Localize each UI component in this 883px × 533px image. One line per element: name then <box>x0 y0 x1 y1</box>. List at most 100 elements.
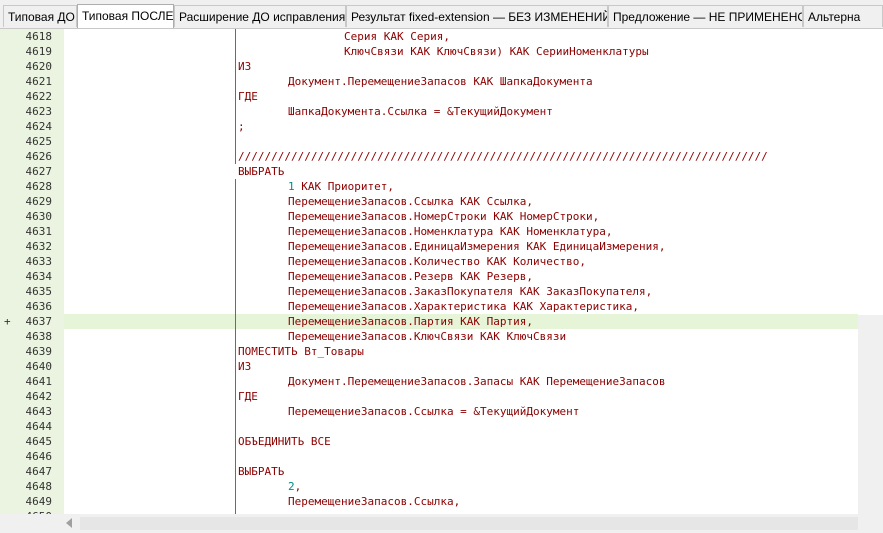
change-bar <box>235 389 236 404</box>
code-line[interactable]: ИЗ <box>64 359 858 374</box>
code-text: ВЫБРАТЬ <box>238 165 285 178</box>
code-line[interactable] <box>64 449 858 464</box>
code-line[interactable]: ПеремещениеЗапасов.Номенклатура КАК Номе… <box>64 224 858 239</box>
change-bar <box>235 119 236 134</box>
line-number: 4637 <box>25 315 53 328</box>
code-text: ПОМЕСТИТЬ Вт_Товары <box>238 345 364 358</box>
code-line[interactable]: ШапкаДокумента.Ссылка = &ТекущийДокумент <box>64 104 858 119</box>
code-line[interactable] <box>64 134 858 149</box>
code-text: ПеремещениеЗапасов.НомерСтроки КАК Номер… <box>288 210 600 223</box>
change-bar <box>235 44 236 59</box>
line-number: 4629 <box>25 195 53 208</box>
vertical-scrollbar[interactable] <box>858 29 883 514</box>
line-number: 4623 <box>25 105 53 118</box>
code-line[interactable]: ПеремещениеЗапасов.Резерв КАК Резерв, <box>64 269 858 284</box>
line-number: 4619 <box>25 45 53 58</box>
change-bar <box>235 29 236 44</box>
code-text-rest: , <box>294 480 302 493</box>
code-line[interactable]: 2, <box>64 479 858 494</box>
code-line[interactable]: ОБЪЕДИНИТЬ ВСЕ <box>64 434 858 449</box>
tab-5[interactable]: Предложение — НЕ ПРИМЕНЕНО <box>608 5 803 27</box>
line-number: 4644 <box>25 420 53 433</box>
line-number: 4631 <box>25 225 53 238</box>
change-bar <box>235 74 236 89</box>
line-number-row: 4640 <box>0 359 64 374</box>
change-bar <box>235 299 236 314</box>
code-line[interactable]: ПеремещениеЗапасов.Ссылка, <box>64 494 858 509</box>
tab-2[interactable]: Типовая ПОСЛЕ <box>77 4 174 28</box>
line-number-row: 4633 <box>0 254 64 269</box>
code-line[interactable]: Серия КАК Серия, <box>64 29 858 44</box>
line-number-row: 4641 <box>0 374 64 389</box>
code-text: ПеремещениеЗапасов.Количество КАК Количе… <box>288 255 587 268</box>
code-line[interactable]: ПеремещениеЗапасов.Характеристика КАК Ха… <box>64 299 858 314</box>
code-line[interactable]: ////////////////////////////////////////… <box>64 149 858 164</box>
code-area[interactable]: Серия КАК Серия, КлючСвязи КАК КлючСвязи)… <box>64 29 858 514</box>
line-number: 4626 <box>25 150 53 163</box>
chevron-left-icon[interactable] <box>66 518 72 528</box>
code-line[interactable]: ГДЕ <box>64 89 858 104</box>
line-number-row: 4620 <box>0 59 64 74</box>
code-line[interactable]: КлючСвязи КАК КлючСвязи) КАК СерииНоменк… <box>64 44 858 59</box>
line-number: 4633 <box>25 255 53 268</box>
code-line[interactable]: ПеремещениеЗапасов.Количество КАК Количе… <box>64 254 858 269</box>
code-editor[interactable]: 4618 4619 4620 4621 4622 4623 4624 4625 4626 4627… <box>0 29 858 514</box>
code-line[interactable]: Документ.ПеремещениеЗапасов.Запасы КАК П… <box>64 374 858 389</box>
code-line[interactable]: Документ.ПеремещениеЗапасов КАК ШапкаДок… <box>64 74 858 89</box>
code-line[interactable]: ГДЕ <box>64 389 858 404</box>
code-text: 1 КАК Приоритет, <box>288 179 394 194</box>
line-number: 4640 <box>25 360 53 373</box>
change-bar <box>235 239 236 254</box>
code-text: 2, <box>288 479 301 494</box>
code-line[interactable]: ПеремещениеЗапасов.ЗаказПокупателя КАК З… <box>64 284 858 299</box>
code-line[interactable]: ПеремещениеЗапасов.Ссылка = &ТекущийДоку… <box>64 404 858 419</box>
line-number-row: 4645 <box>0 434 64 449</box>
line-number: 4643 <box>25 405 53 418</box>
code-line[interactable]: ПеремещениеЗапасов.НомерСтроки КАК Номер… <box>64 209 858 224</box>
line-number: 4638 <box>25 330 53 343</box>
line-number-row: 4636 <box>0 299 64 314</box>
highlighted-code-line[interactable]: ПеремещениеЗапасов.Партия КАК Партия, <box>64 314 858 329</box>
code-line[interactable]: 1 КАК Приоритет, <box>64 179 858 194</box>
vertical-scrollbar-thumb[interactable] <box>858 29 883 315</box>
diff-marker: + <box>4 315 11 328</box>
code-text: ИЗ <box>238 60 252 73</box>
code-line[interactable]: ИЗ <box>64 59 858 74</box>
code-line[interactable]: ВЫБРАТЬ <box>64 464 858 479</box>
tab-3[interactable]: Расширение ДО исправления <box>174 5 346 27</box>
line-number: 4622 <box>25 90 53 103</box>
code-text: ; <box>238 120 245 133</box>
tab-1[interactable]: Типовая ДО <box>3 5 77 27</box>
line-number: 4635 <box>25 285 53 298</box>
code-line[interactable]: ПеремещениеЗапасов.Ссылка КАК Ссылка, <box>64 194 858 209</box>
change-bar <box>235 104 236 119</box>
code-line[interactable]: ПеремещениеЗапасов.КлючСвязи КАК КлючСвя… <box>64 329 858 344</box>
line-number-row: 4624 <box>0 119 64 134</box>
code-text-rest: КАК Приоритет, <box>294 180 394 193</box>
line-number: 4645 <box>25 435 53 448</box>
change-bar <box>235 434 236 449</box>
code-line[interactable]: ВЫБРАТЬ <box>64 164 858 179</box>
code-text: ВЫБРАТЬ <box>238 465 285 478</box>
change-bar <box>235 479 236 494</box>
line-number: 4632 <box>25 240 53 253</box>
line-number: 4624 <box>25 120 53 133</box>
tab-6[interactable]: Альтерна <box>803 5 883 27</box>
line-number-row: 4642 <box>0 389 64 404</box>
code-line[interactable]: ПОМЕСТИТЬ Вт_Товары <box>64 344 858 359</box>
code-line[interactable]: ПеремещениеЗапасов.ЕдиницаИзмерения КАК … <box>64 239 858 254</box>
code-line[interactable] <box>64 419 858 434</box>
change-bar <box>235 404 236 419</box>
line-number-row: 4635 <box>0 284 64 299</box>
horizontal-scrollbar-track[interactable] <box>80 517 858 530</box>
code-text: ИЗ <box>238 360 252 373</box>
code-line[interactable]: ; <box>64 119 858 134</box>
code-text: ШапкаДокумента.Ссылка = &ТекущийДокумент <box>288 105 553 118</box>
numeric-literal: 1 <box>288 180 295 193</box>
tab-4[interactable]: Результат fixed-extension — БЕЗ ИЗМЕНЕНИ… <box>346 5 608 27</box>
line-number-row: 4631 <box>0 224 64 239</box>
code-text: ГДЕ <box>238 90 258 103</box>
code-text: ПеремещениеЗапасов.Номенклатура КАК Номе… <box>288 225 613 238</box>
line-number-row: 4648 <box>0 479 64 494</box>
horizontal-scrollbar[interactable] <box>0 514 858 533</box>
